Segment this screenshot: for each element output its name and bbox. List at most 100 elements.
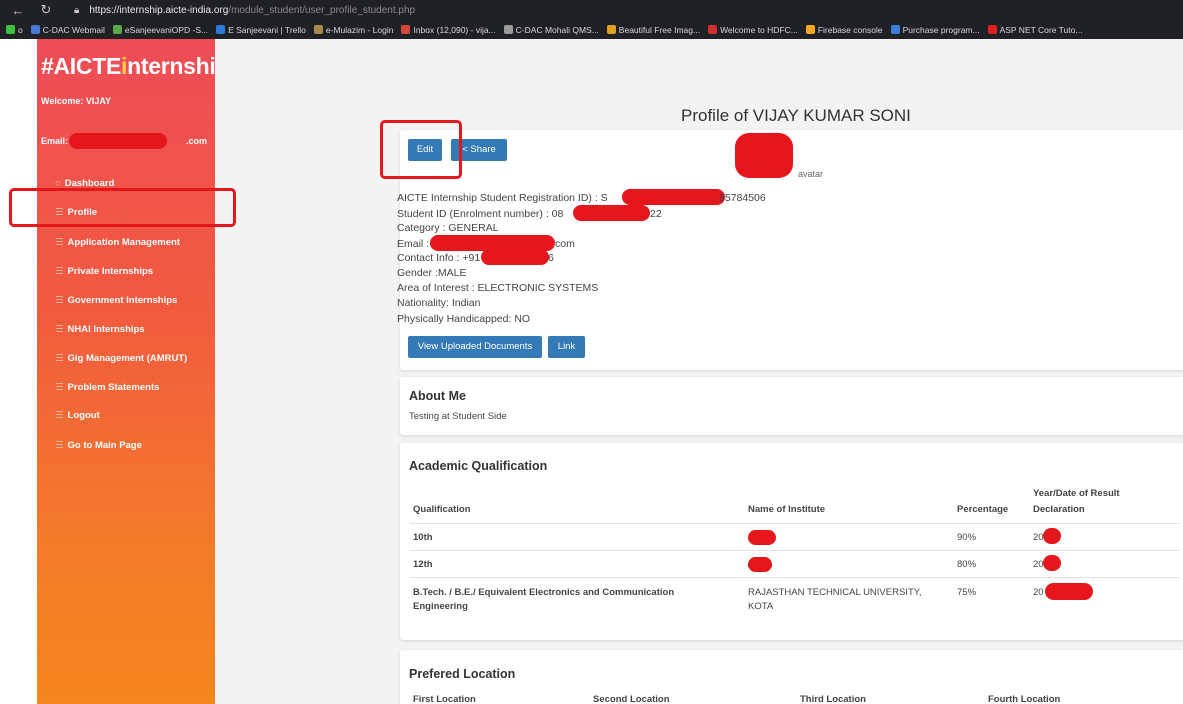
- about-text: Testing at Student Side: [409, 411, 507, 422]
- profile-field-suffix: 6: [548, 252, 554, 264]
- bookmark-label: eSanjeevaniOPD -S...: [124, 24, 209, 35]
- about-heading: About Me: [409, 389, 466, 403]
- profile-field: Nationality: Indian: [397, 297, 481, 309]
- bookmark-item[interactable]: Beautiful Free Imag...: [606, 25, 700, 35]
- table-cell: 20: [1033, 587, 1044, 598]
- bookmark-favicon-icon: [313, 25, 323, 34]
- bookmark-item[interactable]: Firebase console: [805, 25, 883, 35]
- reload-icon[interactable]: ↻: [36, 2, 56, 18]
- col-third-location: Third Location: [800, 694, 866, 704]
- profile-field-suffix: com: [555, 238, 575, 250]
- user-email: Email: vija .com: [41, 133, 211, 152]
- list-icon: ☰: [55, 382, 64, 393]
- table-cell: 80%: [957, 559, 977, 570]
- bookmark-item[interactable]: eSanjeevaniOPD -S...: [112, 24, 209, 35]
- bookmark-item[interactable]: o: [6, 25, 23, 35]
- academic-heading: Academic Qualification: [409, 459, 548, 473]
- list-icon: ☰: [55, 353, 64, 364]
- sidebar-item-label: Government Internships: [67, 295, 178, 306]
- sidebar-item-go-to-main-page[interactable]: ☰ Go to Main Page: [55, 440, 142, 451]
- table-cell: KOTA: [748, 601, 774, 612]
- list-icon: ☰: [55, 324, 64, 335]
- bookmark-item[interactable]: E Sanjeevani | Trello: [216, 25, 306, 35]
- browser-nav-row: ← ↻ 🔒︎ https://internship.aicte-india.or…: [0, 0, 1183, 20]
- col-qualification: Qualification: [413, 504, 471, 515]
- brand-logo[interactable]: #AICTEinternship: [41, 53, 229, 80]
- bookmark-favicon-icon: [503, 25, 513, 34]
- bookmark-favicon-icon: [987, 25, 997, 34]
- profile-field: Physically Handicapped: NO: [397, 313, 531, 325]
- bookmark-favicon-icon: [401, 25, 411, 34]
- bookmark-item[interactable]: e-Mulazim - Login: [313, 25, 393, 35]
- sidebar-item-label: Logout: [67, 410, 100, 421]
- col-fourth-location: Fourth Location: [988, 694, 1061, 704]
- bookmark-label: ASP NET Core Tuto...: [999, 24, 1083, 35]
- redaction-mark: [748, 557, 772, 572]
- location-heading: Prefered Location: [409, 667, 516, 681]
- bookmark-favicon-icon: [112, 25, 122, 34]
- redaction-mark: [481, 249, 549, 265]
- bookmark-item[interactable]: Inbox (12,090) - vija...: [401, 25, 496, 35]
- col-institute: Name of Institute: [748, 504, 826, 515]
- bookmark-item[interactable]: Welcome to HDFC...: [708, 25, 798, 35]
- bookmark-favicon-icon: [6, 25, 15, 34]
- table-cell: 20: [1033, 532, 1044, 543]
- bookmark-item[interactable]: ASP NET Core Tuto...: [987, 24, 1083, 35]
- sidebar-item-gig-management[interactable]: ☰ Gig Management (AMRUT): [55, 353, 187, 364]
- url-host: https://internship.aicte-india.org: [89, 4, 229, 16]
- table-divider: [410, 523, 1180, 524]
- url-path: /module_student/user_profile_student.php: [228, 4, 416, 16]
- bookmark-item[interactable]: Purchase program...: [890, 25, 980, 35]
- sidebar-item-label: Application Management: [67, 237, 180, 248]
- profile-field: Gender :MALE: [397, 267, 467, 279]
- sidebar-item-government-internships[interactable]: ☰ Government Internships: [55, 295, 177, 306]
- redaction-mark: [748, 530, 776, 545]
- bookmark-label: Welcome to HDFC...: [720, 24, 798, 35]
- col-declaration: Declaration: [1033, 504, 1085, 515]
- avatar-redaction: [735, 133, 793, 178]
- table-cell: 10th: [413, 532, 433, 543]
- sidebar-item-nhai-internships[interactable]: ☰ NHAI Internships: [55, 324, 145, 335]
- sidebar-item-application-management[interactable]: ☰ Application Management: [55, 237, 180, 248]
- page-title: Profile of VIJAY KUMAR SONI: [681, 106, 911, 125]
- bookmarks-bar: o C-DAC Webmail eSanjeevaniOPD -S... E Sanj…: [0, 20, 1183, 39]
- link-button[interactable]: Link: [548, 336, 585, 358]
- list-icon: ☰: [55, 295, 64, 306]
- table-divider: [410, 577, 1180, 578]
- bookmark-label: C-DAC Mohali QMS...: [515, 24, 599, 35]
- redaction-mark: [1043, 528, 1061, 544]
- view-documents-button[interactable]: View Uploaded Documents: [408, 336, 542, 358]
- sidebar-item-label: Go to Main Page: [67, 440, 142, 451]
- redaction-mark: [69, 133, 167, 149]
- welcome-text: Welcome: VIJAY: [41, 96, 112, 106]
- avatar-alt-text: avatar: [798, 169, 824, 179]
- edit-highlight-box: [380, 120, 462, 179]
- col-percentage: Percentage: [957, 504, 1009, 515]
- redaction-mark: [1043, 555, 1061, 571]
- sidebar-item-private-internships[interactable]: ☰ Private Internships: [55, 266, 153, 277]
- back-arrow-icon[interactable]: ←: [8, 3, 28, 18]
- table-cell: 12th: [413, 559, 433, 570]
- bookmark-favicon-icon: [805, 25, 815, 34]
- bookmark-favicon-icon: [606, 25, 616, 34]
- bookmark-label: o: [18, 24, 23, 35]
- bookmark-favicon-icon: [30, 25, 40, 34]
- address-bar[interactable]: 🔒︎ https://internship.aicte-india.org /m…: [74, 5, 415, 16]
- profile-field: Area of Interest : ELECTRONIC SYSTEMS: [397, 282, 599, 294]
- bookmark-item[interactable]: C-DAC Mohali QMS...: [503, 24, 599, 35]
- table-cell: 20: [1033, 559, 1044, 570]
- sidebar-item-label: NHAI Internships: [67, 324, 145, 335]
- col-second-location: Second Location: [593, 694, 670, 704]
- col-first-location: First Location: [413, 694, 476, 704]
- sidebar-item-logout[interactable]: ☰ Logout: [55, 410, 100, 421]
- bookmark-favicon-icon: [216, 25, 226, 34]
- redaction-mark: [1045, 583, 1093, 600]
- list-icon: ☰: [55, 237, 64, 248]
- lock-icon: 🔒︎: [74, 4, 80, 16]
- redaction-mark: [622, 189, 725, 205]
- table-cell: RAJASTHAN TECHNICAL UNIVERSITY,: [748, 587, 922, 598]
- bookmark-item[interactable]: C-DAC Webmail: [30, 25, 105, 35]
- sidebar-item-label: Gig Management (AMRUT): [67, 353, 188, 364]
- profile-highlight-box: [9, 188, 236, 227]
- sidebar-item-problem-statements[interactable]: ☰ Problem Statements: [55, 382, 159, 393]
